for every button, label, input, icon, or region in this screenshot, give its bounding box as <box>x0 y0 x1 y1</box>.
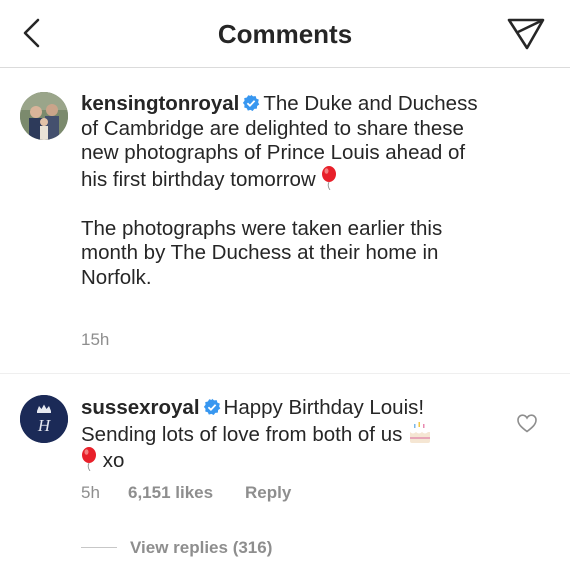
header-bar: Comments <box>0 0 570 68</box>
comment-timestamp: 5h <box>81 483 100 502</box>
comment-text: The photographs were taken earlier this … <box>81 216 443 289</box>
comment-text: xo <box>102 449 125 472</box>
comment-username[interactable]: sussexroyal <box>81 396 200 419</box>
reply-button[interactable]: Reply <box>245 483 291 503</box>
avatar-kensingtonroyal[interactable] <box>20 92 68 140</box>
comment-username[interactable]: kensingtonroyal <box>81 92 239 115</box>
view-replies-button[interactable]: View replies (316) <box>130 538 272 558</box>
like-heart-icon[interactable] <box>517 414 537 433</box>
replies-divider-line <box>81 547 117 548</box>
balloon-icon <box>322 165 337 190</box>
birthday-cake-icon <box>410 421 431 443</box>
avatar-sussexroyal[interactable]: H <box>20 395 68 443</box>
family-photo-avatar-icon <box>20 92 68 140</box>
likes-count[interactable]: 6,151 likes <box>128 483 213 503</box>
comment-body-2: sussexroyal Happy Birthday Louis! Sendin… <box>81 396 481 474</box>
svg-text:H: H <box>37 416 52 435</box>
crown-monogram-avatar-icon: H <box>20 395 68 443</box>
comment-timestamp: 15h <box>81 330 110 349</box>
balloon-icon <box>82 447 96 471</box>
page-title: Comments <box>217 19 353 49</box>
divider <box>0 373 570 374</box>
verified-badge-icon <box>243 94 260 112</box>
comment-body-1: kensingtonroyal The Duke and Duchess of … <box>81 92 491 290</box>
send-icon[interactable] <box>506 15 546 51</box>
verified-badge-icon <box>203 398 220 416</box>
